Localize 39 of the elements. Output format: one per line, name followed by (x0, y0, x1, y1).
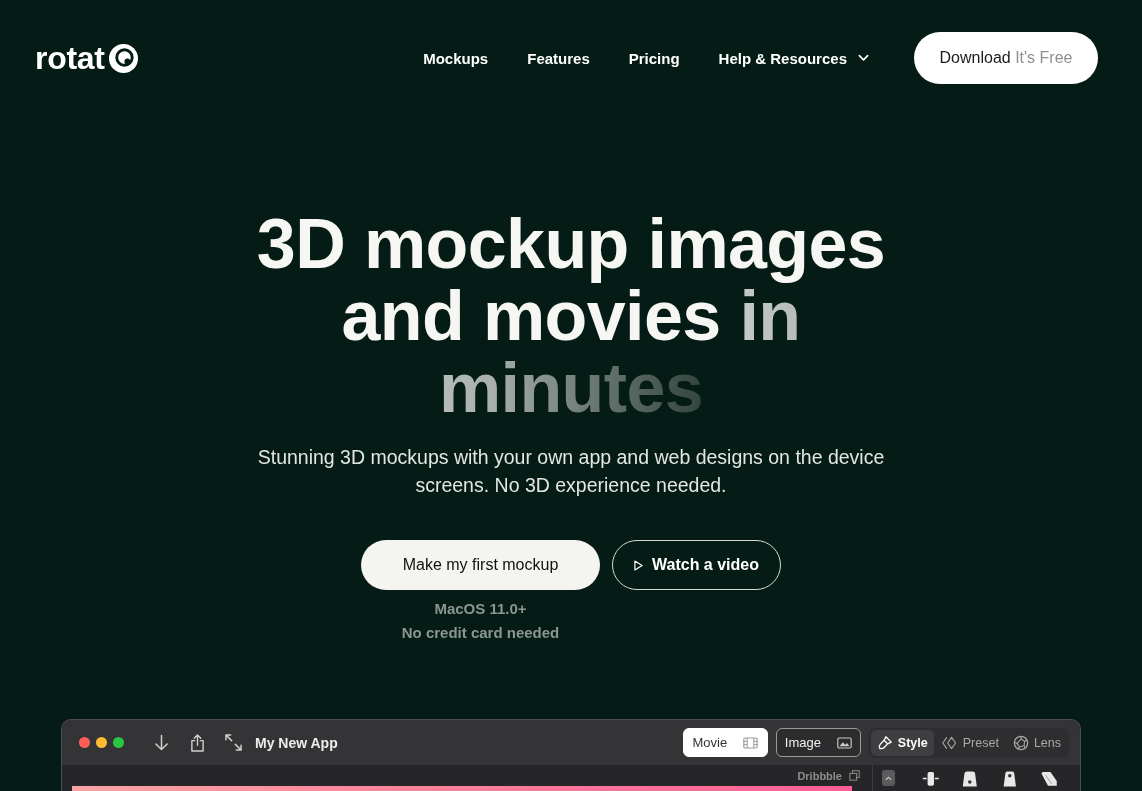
document-title: My New App (255, 734, 338, 751)
panel-tab[interactable]: Preset (935, 729, 1005, 756)
mode-tab[interactable]: Movie (682, 728, 768, 757)
chevron-up-icon (884, 775, 892, 781)
requirement-note: MacOS 11.0+ (434, 599, 527, 619)
collapse-button[interactable] (882, 770, 895, 786)
download-button[interactable]: Download It's Free (914, 32, 1098, 84)
hero-subtitle: Stunning 3D mockups with your own app and web designs on the device screens. No 3D experience needed. (256, 445, 886, 498)
zoom-window-icon[interactable] (113, 737, 124, 748)
overlapping-squares-icon[interactable] (849, 770, 860, 781)
play-icon (634, 559, 643, 571)
brush-icon (876, 734, 893, 751)
nav-link[interactable]: Help & Resources (718, 49, 869, 67)
handle-bar-icon[interactable] (921, 770, 940, 787)
share-icon[interactable] (190, 733, 205, 752)
nav-link[interactable]: Features (527, 49, 590, 67)
expand-icon[interactable] (225, 734, 242, 751)
logo-wordmark[interactable]: rotat (35, 42, 105, 74)
aperture-icon (1012, 734, 1029, 751)
arrow-down-icon[interactable] (154, 733, 169, 752)
close-window-icon[interactable] (79, 737, 90, 748)
requirement-note: No credit card needed (401, 623, 560, 643)
hero-headline: 3D mockup images and movies in minutes (255, 208, 887, 424)
make-mockup-button[interactable]: Make my first mockup (361, 540, 600, 590)
watch-video-button[interactable]: Watch a video (612, 540, 781, 590)
image-icon (836, 736, 852, 749)
chevron-down-icon (858, 54, 869, 62)
minimize-window-icon[interactable] (96, 737, 107, 748)
panel-tab[interactable]: Style (870, 729, 934, 756)
slanted-device-icon[interactable] (1040, 770, 1058, 787)
nav-link[interactable]: Pricing (628, 49, 680, 67)
device-dot-bottom-icon[interactable] (961, 770, 979, 787)
canvas-label: Dribbble (797, 769, 842, 782)
nav-link[interactable]: Mockups (423, 49, 489, 67)
mode-tab[interactable]: Image (775, 728, 861, 757)
film-icon (743, 736, 759, 749)
logo-ring-icon[interactable] (108, 43, 138, 73)
diamond-chevron-icon (941, 734, 958, 751)
panel-tab[interactable]: Lens (1006, 729, 1067, 756)
